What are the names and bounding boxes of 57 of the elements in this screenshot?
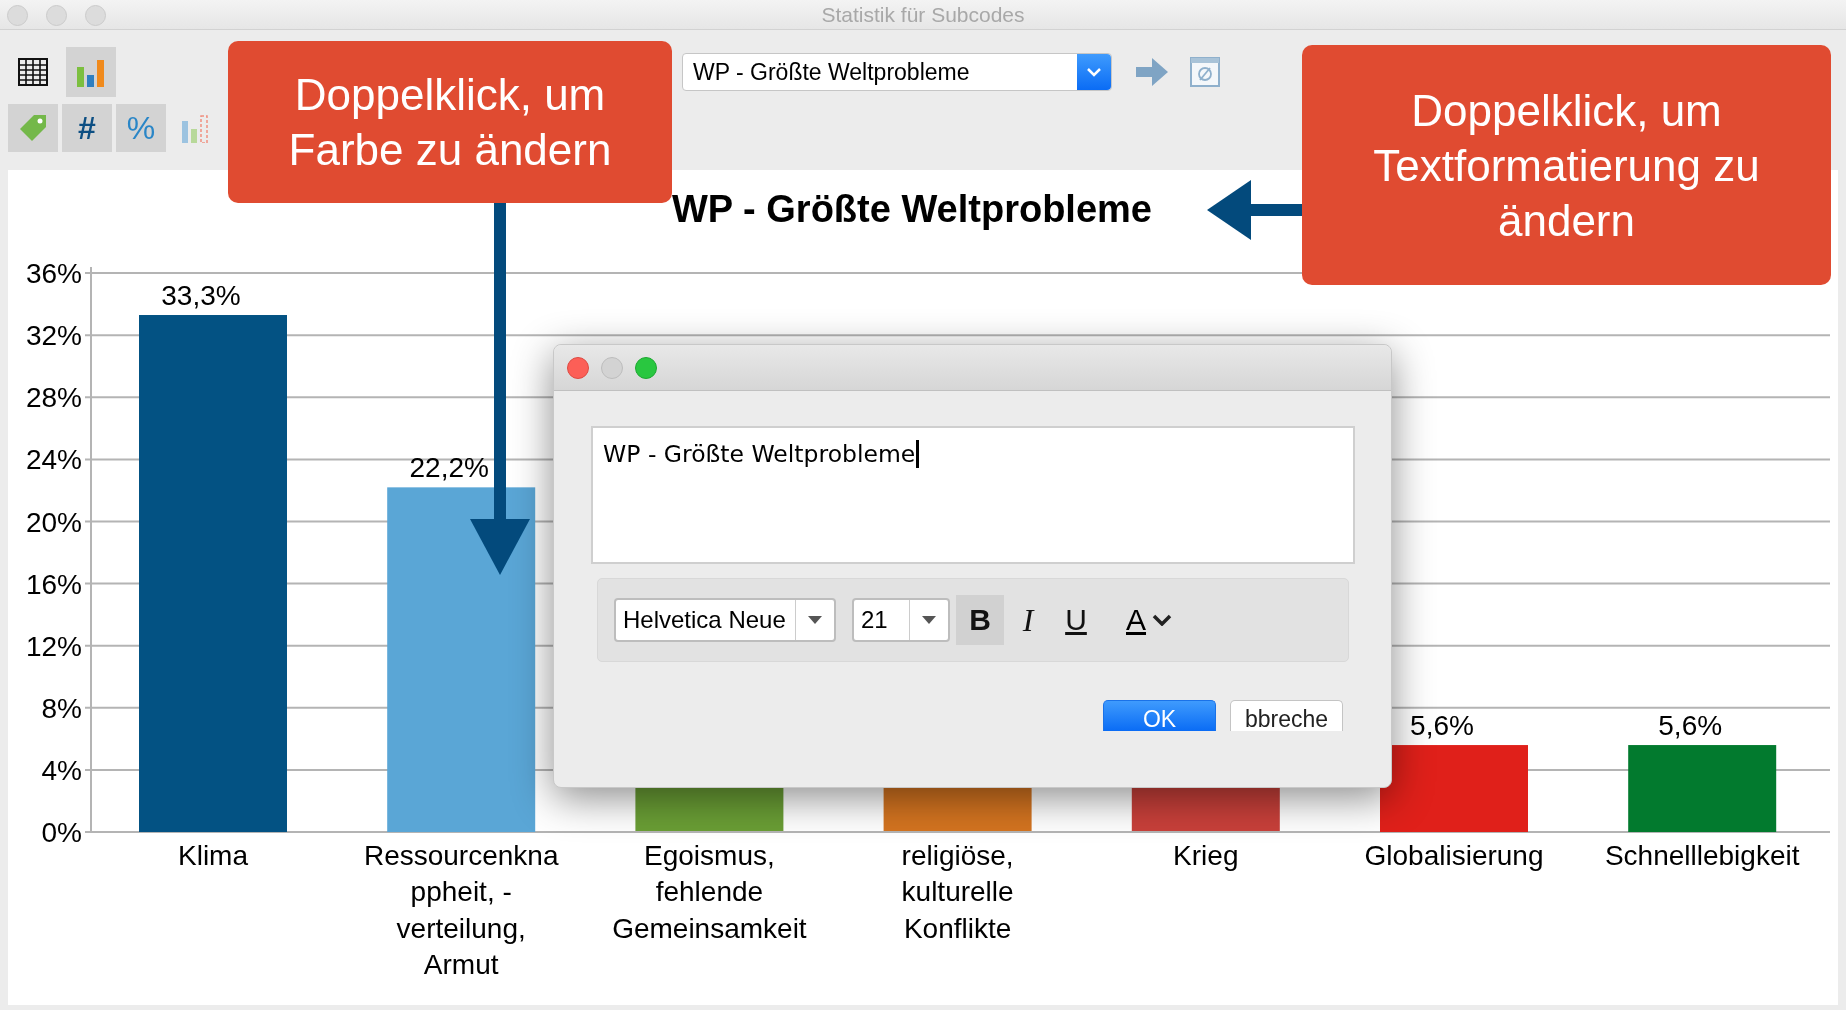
category-label: Ressourcenkna ppheit, - verteilung, Armut bbox=[363, 840, 559, 980]
category-label: Egoismus, fehlende Gemeinsamkeit bbox=[612, 840, 807, 944]
close-icon[interactable] bbox=[7, 5, 28, 26]
category-label: Krieg bbox=[1173, 840, 1239, 871]
category-label: religiöse, kulturelle Konflikte bbox=[901, 840, 1014, 944]
tag-toggle-button[interactable] bbox=[8, 104, 58, 152]
bar[interactable] bbox=[387, 487, 536, 832]
chevron-down-icon bbox=[1152, 614, 1172, 626]
category-label: Klima bbox=[178, 840, 248, 871]
axis-tick-label: 4% bbox=[41, 754, 82, 786]
text-field[interactable]: WP - Größte Weltprobleme bbox=[591, 426, 1355, 564]
text-cursor bbox=[916, 440, 920, 468]
axis-tick-label: 36% bbox=[25, 258, 82, 290]
value-label: 22,2% bbox=[409, 452, 489, 484]
value-label: 5,6% bbox=[1658, 710, 1723, 742]
tag-icon bbox=[18, 113, 48, 143]
axis-tick-label: 0% bbox=[41, 817, 82, 848]
value-label: 5,6% bbox=[1410, 710, 1474, 742]
count-toggle-button[interactable]: # bbox=[62, 104, 112, 152]
axis-tick-label: 8% bbox=[41, 692, 82, 724]
minimize-icon[interactable] bbox=[601, 356, 623, 379]
bar-chart-icon bbox=[75, 57, 107, 87]
axis-tick-label: 24% bbox=[25, 444, 82, 476]
code-dropdown[interactable]: WP - Größte Weltprobleme bbox=[682, 53, 1112, 91]
arrow-right-icon[interactable] bbox=[1136, 58, 1168, 86]
chart-labels-icon bbox=[180, 113, 210, 143]
chart-view-button[interactable] bbox=[66, 47, 116, 97]
window-title: Statistik für Subcodes bbox=[821, 2, 1025, 27]
axis-tick-label: 32% bbox=[25, 320, 82, 352]
category-label: Globalisierung bbox=[1364, 840, 1544, 871]
axis-tick-label: 20% bbox=[25, 506, 82, 538]
category-label: Schnelllebigkeit bbox=[1604, 840, 1800, 871]
cancel-button[interactable]: bbreche bbox=[1230, 700, 1343, 731]
text-color-button[interactable]: A bbox=[1126, 603, 1172, 637]
value-label: 33,3% bbox=[161, 280, 241, 311]
axis-tick-label: 12% bbox=[25, 630, 82, 662]
bar[interactable] bbox=[1380, 745, 1528, 832]
chart-title[interactable]: WP - Größte Weltprobleme bbox=[672, 188, 1152, 230]
table-icon bbox=[18, 58, 48, 86]
dropdown-arrow-icon bbox=[808, 616, 822, 624]
bold-button[interactable]: B bbox=[956, 595, 1004, 645]
chevron-down-icon bbox=[1086, 67, 1102, 77]
dropdown-arrow-icon bbox=[922, 616, 936, 624]
clear-filter-icon[interactable] bbox=[1190, 57, 1220, 87]
close-icon[interactable] bbox=[567, 356, 589, 379]
zoom-icon[interactable] bbox=[85, 5, 106, 26]
minimize-icon[interactable] bbox=[46, 5, 67, 26]
callout: Doppelklick, um Farbe zu ändern bbox=[228, 41, 672, 203]
axis-tick-label: 16% bbox=[25, 568, 82, 600]
zoom-icon[interactable] bbox=[635, 356, 657, 379]
axis-tick-label: 28% bbox=[25, 382, 82, 414]
size-dropdown[interactable]: 21 bbox=[852, 598, 950, 642]
italic-button[interactable]: I bbox=[1004, 595, 1052, 645]
callout: Doppelklick, um Textformatierung zu ändern bbox=[1302, 45, 1831, 285]
ok-button[interactable]: OK bbox=[1103, 700, 1216, 731]
font-dropdown[interactable]: Helvetica Neue bbox=[614, 598, 836, 642]
underline-button[interactable]: U bbox=[1052, 595, 1100, 645]
